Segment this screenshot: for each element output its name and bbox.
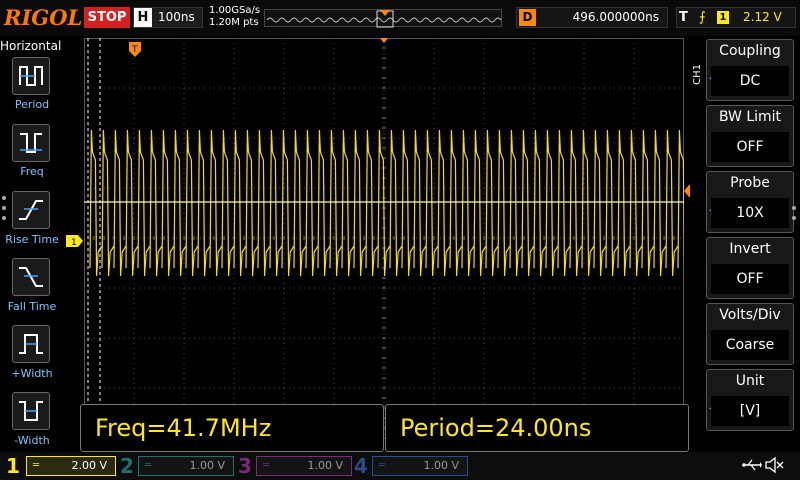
memory-trigger-marker [380, 10, 390, 16]
invert-button[interactable]: Invert OFF [706, 237, 794, 299]
invert-title: Invert [729, 241, 771, 257]
coupling-value: DC [711, 66, 789, 96]
trigger-position-label: T [131, 45, 138, 55]
timebase-value: 100ns [158, 10, 195, 24]
delay-indicator[interactable]: D 496.000000ns [516, 7, 668, 28]
channel1-number[interactable]: 1 [6, 454, 20, 478]
horizontal-timebase-indicator[interactable]: H 100ns [133, 7, 203, 28]
dc-coupling-icon: ═ [145, 460, 152, 471]
sample-rate: 1.00GSa/s [209, 5, 261, 16]
channel2-scale-box[interactable]: ═ 1.00 V [138, 456, 234, 476]
bw-limit-value: OFF [711, 132, 789, 162]
trigger-source: 1 [717, 11, 729, 24]
positive-width-icon [19, 334, 43, 354]
rise-time-icon [19, 200, 43, 220]
negative-width-button[interactable] [12, 392, 50, 430]
waveform-display[interactable] [83, 37, 691, 452]
sample-info: 1.00GSa/s 1.20M pts [209, 5, 260, 29]
channel1-scale-box[interactable]: ═ 2.00 V [26, 456, 116, 476]
channel3-scale: 1.00 V [307, 459, 343, 472]
usb-icon [742, 459, 762, 471]
probe-value: 10X [711, 198, 789, 228]
rise-time-label: Rise Time [5, 233, 59, 246]
fall-time-icon [19, 267, 43, 287]
negative-width-icon [19, 401, 43, 421]
fall-time-label: Fall Time [7, 300, 57, 313]
channel1-offset-marker[interactable]: 1 [66, 235, 84, 248]
period-label: Period [14, 98, 50, 111]
coupling-title: Coupling [719, 43, 781, 59]
delay-value: 496.000000ns [572, 10, 659, 24]
channel-tag: CH1 [692, 64, 703, 85]
channel-status-bar: 1 ═ 2.00 V 2 ═ 1.00 V 3 ═ 1.00 V 4 ═ 1.0… [0, 452, 800, 480]
channel1-marker-label: 1 [71, 238, 77, 248]
channel2-number[interactable]: 2 [120, 454, 134, 478]
top-status-bar: RIGOL STOP H 100ns 1.00GSa/s 1.20M pts D… [0, 0, 800, 36]
positive-width-label: +Width [11, 367, 53, 380]
fall-time-button[interactable] [12, 258, 50, 296]
coupling-button[interactable]: Coupling ◀ DC [706, 39, 794, 101]
volts-div-title: Volts/Div [719, 307, 781, 323]
channel4-scale-box[interactable]: ═ 1.00 V [372, 456, 468, 476]
unit-value: [V] [711, 396, 789, 426]
channel3-number[interactable]: 3 [238, 454, 252, 478]
trigger-position-marker[interactable]: T [129, 42, 143, 58]
trigger-level: 2.12 V [743, 10, 782, 24]
horizontal-measure-menu: Horizontal Period Freq Rise Time Fall Ti… [0, 36, 62, 452]
freq-button[interactable] [12, 124, 50, 162]
bw-limit-title: BW Limit [718, 109, 782, 125]
memory-position-bar[interactable] [264, 9, 502, 28]
probe-title: Probe [730, 175, 770, 191]
volts-div-value: Coarse [711, 330, 789, 360]
memory-depth: 1.20M pts [209, 17, 259, 28]
probe-button[interactable]: Probe ◀ 10X [706, 171, 794, 233]
freq-icon [20, 133, 42, 153]
dc-coupling-icon: ═ [379, 460, 386, 471]
rise-time-button[interactable] [12, 191, 50, 229]
volts-div-button[interactable]: Volts/Div Coarse [706, 303, 794, 365]
period-button[interactable] [12, 57, 50, 95]
waveform-grid [83, 37, 691, 439]
delay-label: D [519, 9, 536, 26]
memory-waveform-preview [266, 10, 502, 28]
period-measurement[interactable]: Period=24.00ns [385, 404, 689, 452]
trigger-indicator[interactable]: T ⨍ 1 2.12 V [676, 7, 796, 28]
bw-limit-button[interactable]: BW Limit OFF [706, 105, 794, 167]
channel1-scale: 2.00 V [71, 459, 107, 472]
left-knob-indicator [2, 196, 8, 226]
speaker-muted-icon[interactable] [764, 456, 784, 474]
unit-button[interactable]: Unit ◀ [V] [706, 369, 794, 431]
channel3-scale-box[interactable]: ═ 1.00 V [256, 456, 352, 476]
period-icon [19, 66, 43, 86]
negative-width-label: -Width [14, 434, 50, 447]
channel4-number[interactable]: 4 [354, 454, 368, 478]
dc-coupling-icon: ═ [263, 460, 270, 471]
channel1-waveform [89, 129, 691, 277]
center-trigger-notch [380, 38, 388, 43]
dc-coupling-icon: ═ [33, 460, 40, 471]
rising-edge-icon: ⨍ [699, 10, 706, 25]
invert-value: OFF [711, 264, 789, 294]
left-menu-title: Horizontal [0, 39, 62, 53]
trigger-label: T [679, 10, 688, 25]
brand-logo: RIGOL [4, 5, 83, 30]
positive-width-button[interactable] [12, 325, 50, 363]
unit-title: Unit [735, 373, 765, 389]
freq-label: Freq [20, 165, 44, 178]
channel2-scale: 1.00 V [189, 459, 225, 472]
horizontal-label: H [134, 8, 152, 27]
channel4-scale: 1.00 V [423, 459, 459, 472]
right-knob-indicator [792, 206, 798, 226]
run-stop-status[interactable]: STOP [84, 7, 130, 28]
frequency-measurement[interactable]: Freq=41.7MHz [80, 404, 384, 452]
